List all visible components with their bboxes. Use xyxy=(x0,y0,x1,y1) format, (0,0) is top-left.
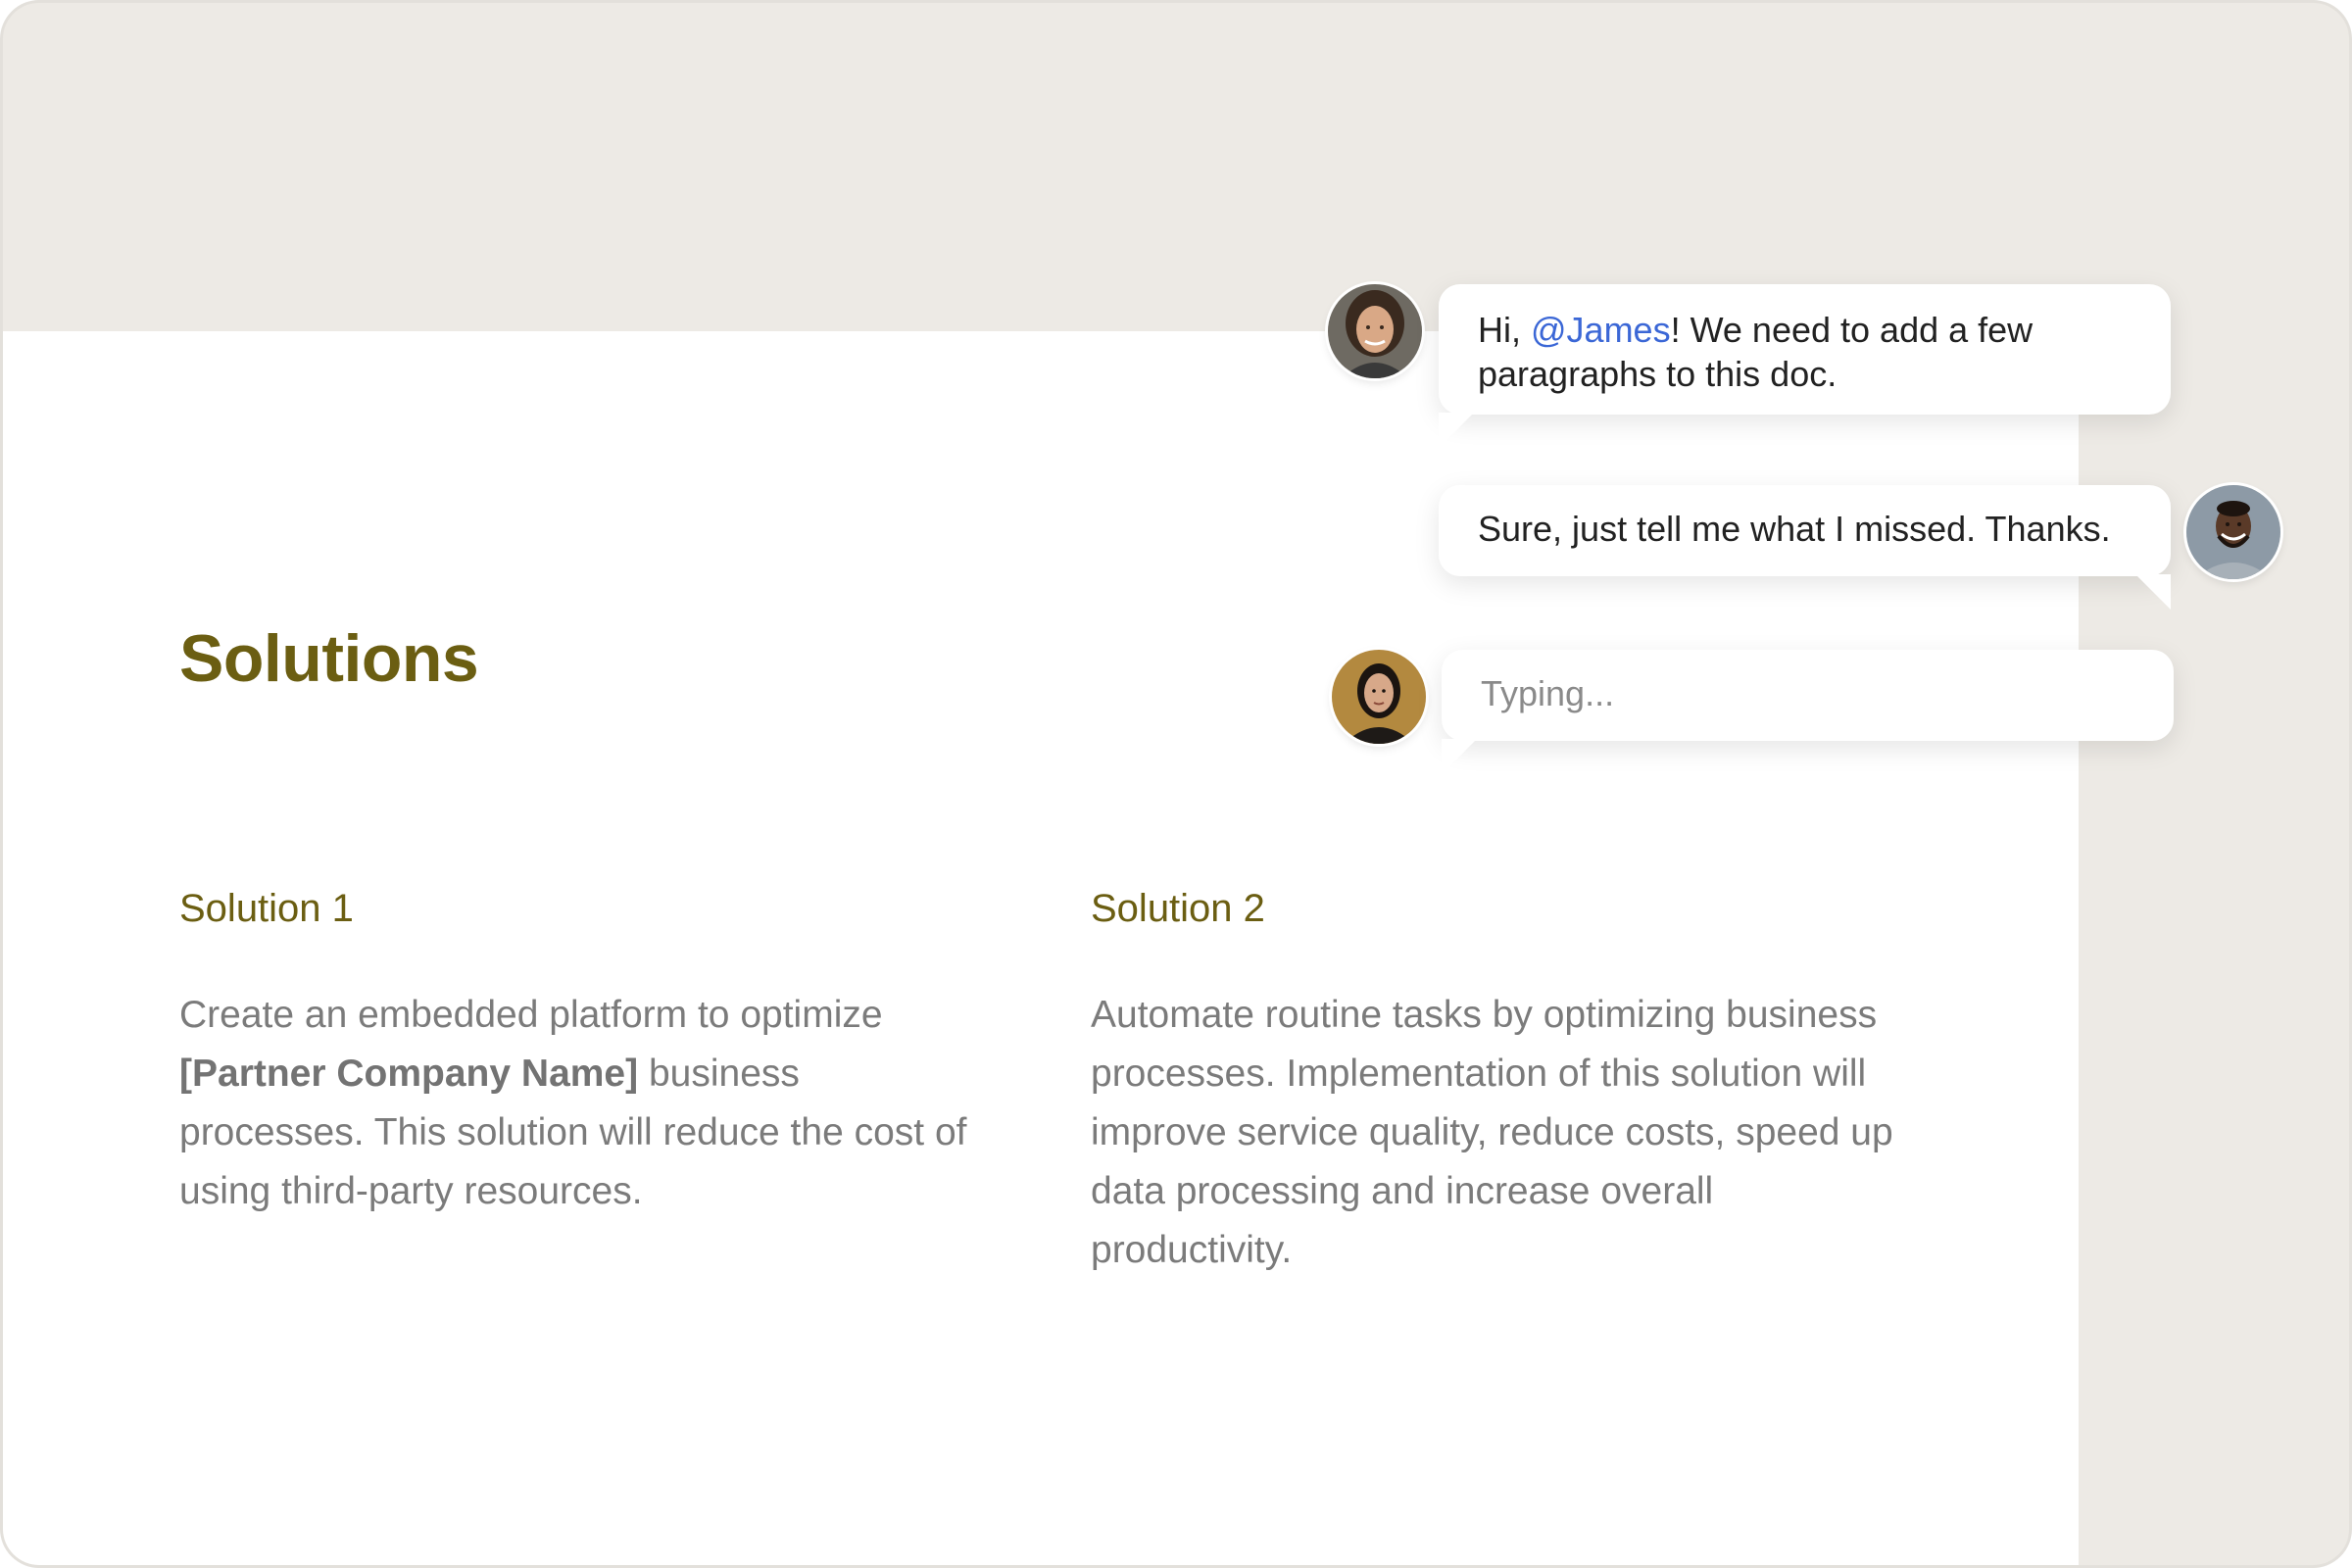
partner-company-placeholder: [Partner Company Name] xyxy=(179,1053,639,1095)
solution-1-body[interactable]: Create an embedded platform to optimize … xyxy=(179,986,993,1221)
man-avatar[interactable] xyxy=(2186,485,2280,579)
woman-avatar-2[interactable] xyxy=(1332,650,1426,744)
solution-column-1: Solution 1 Create an embedded platform t… xyxy=(179,885,993,1221)
typing-indicator-text: Typing... xyxy=(1481,673,1615,713)
chat-message-2-text: Sure, just tell me what I missed. Thanks… xyxy=(1478,509,2111,549)
app-frame: Solutions Solution 1 Create an embedded … xyxy=(0,0,2352,1568)
chat-message-1-greeting: Hi, xyxy=(1478,310,1531,350)
solution-2-body[interactable]: Automate routine tasks by optimizing bus… xyxy=(1091,986,1924,1280)
page-title: Solutions xyxy=(179,621,479,696)
solution-2-heading: Solution 2 xyxy=(1091,887,1265,930)
solution-column-2: Solution 2 Automate routine tasks by opt… xyxy=(1091,885,1924,1280)
woman-avatar[interactable] xyxy=(1328,284,1422,378)
user-mention-link[interactable]: @James xyxy=(1531,310,1671,350)
typing-indicator: Typing... xyxy=(1442,650,2174,774)
woman-avatar-photo xyxy=(1328,284,1422,378)
chat-message-2[interactable]: Sure, just tell me what I missed. Thanks… xyxy=(1439,485,2171,610)
chat-message-1[interactable]: Hi, @James! We need to add a few paragra… xyxy=(1439,284,2171,448)
solution-1-heading: Solution 1 xyxy=(179,887,354,930)
solution-1-body-start: Create an embedded platform to optimize xyxy=(179,994,883,1036)
woman-avatar-2-photo xyxy=(1332,650,1426,744)
man-avatar-photo xyxy=(2186,485,2280,579)
